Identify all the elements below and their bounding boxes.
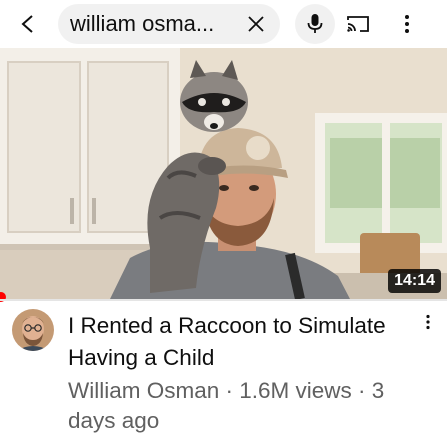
cast-button[interactable] — [340, 6, 376, 42]
search-query-text: william osma... — [70, 11, 215, 36]
microphone-icon — [307, 14, 323, 33]
search-input[interactable]: william osma... — [58, 4, 280, 44]
video-title[interactable]: I Rented a Raccoon to Simulate Having a … — [68, 310, 398, 374]
video-thumbnail[interactable]: 14:14 — [0, 48, 447, 299]
more-vertical-icon — [426, 314, 430, 330]
top-app-bar: william osma... — [0, 0, 447, 48]
thumbnail-image — [0, 48, 447, 299]
back-button[interactable] — [10, 6, 46, 42]
video-metadata: William Osman · 1.6M views · 3 days ago — [68, 378, 385, 433]
avatar-image — [12, 309, 54, 351]
video-duration-badge: 14:14 — [388, 269, 441, 293]
cast-icon — [347, 16, 369, 32]
channel-avatar[interactable] — [12, 309, 54, 351]
more-vertical-icon — [405, 15, 409, 33]
overflow-menu-button[interactable] — [392, 6, 422, 42]
video-options-button[interactable] — [418, 308, 438, 336]
thumbnail-divider — [0, 299, 447, 301]
close-icon — [248, 16, 264, 32]
voice-search-button[interactable] — [295, 4, 335, 44]
clear-search-button[interactable] — [244, 12, 268, 36]
chevron-left-icon — [21, 15, 33, 33]
